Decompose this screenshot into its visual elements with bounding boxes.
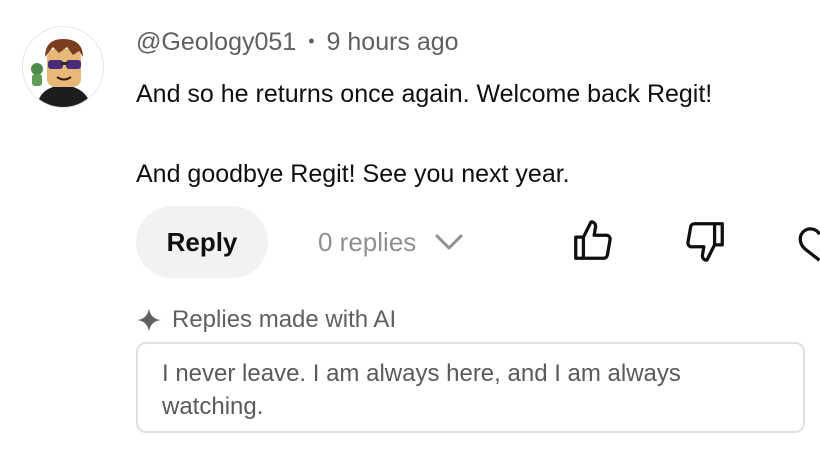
avatar-image: [23, 27, 103, 107]
comment-meta: @Geology051 • 9 hours ago: [136, 28, 459, 57]
chevron-down-icon: [435, 234, 463, 250]
comment-text: And so he returns once again. Welcome ba…: [136, 80, 713, 188]
avatar[interactable]: [22, 26, 104, 108]
ai-replies-title: Replies made with AI: [172, 306, 397, 333]
replies-count: 0 replies: [318, 226, 417, 257]
heart-icon[interactable]: [794, 218, 820, 264]
thumbs-up-icon[interactable]: [570, 218, 616, 264]
thumbs-down-icon[interactable]: [682, 218, 728, 264]
ai-replies-label: Replies made with AI: [136, 306, 396, 334]
sparkle-icon: [137, 308, 161, 332]
replies-toggle[interactable]: 0 replies: [318, 220, 464, 264]
meta-separator: •: [308, 31, 315, 51]
comment-author[interactable]: @Geology051: [136, 28, 296, 56]
reply-button[interactable]: Reply: [136, 206, 268, 278]
comment-timestamp[interactable]: 9 hours ago: [327, 28, 459, 56]
ai-reply-suggestion[interactable]: I never leave. I am always here, and I a…: [136, 342, 805, 433]
